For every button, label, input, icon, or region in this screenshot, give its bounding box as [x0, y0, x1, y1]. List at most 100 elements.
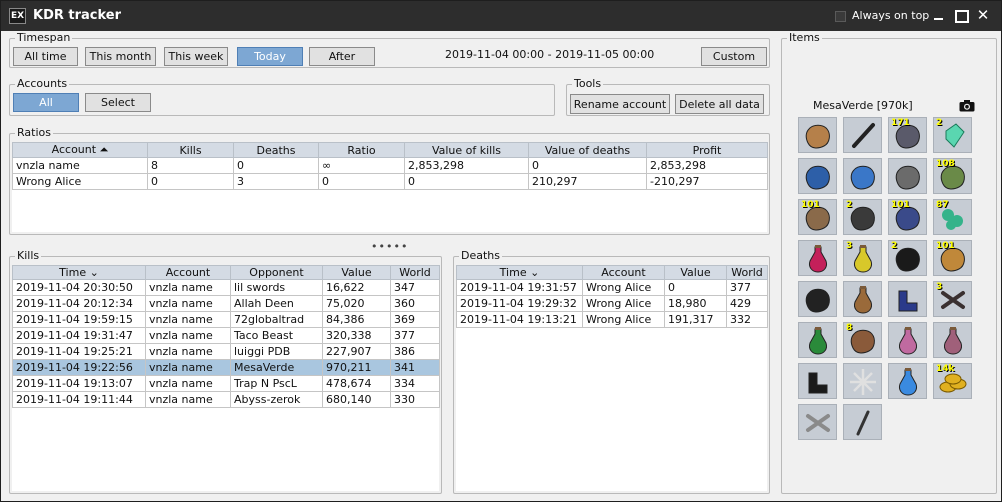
ratios-col-value-kills[interactable]: Value of kills [404, 142, 529, 158]
item-slot[interactable]: 8 [843, 322, 882, 358]
table-row[interactable]: 2019-11-04 20:30:50 vnzla name lil swords 1… [12, 279, 440, 296]
cell: Trap N PscL [230, 375, 323, 392]
window-title: KDR tracker [33, 8, 122, 23]
minimize-icon[interactable] [931, 7, 947, 23]
item-slot[interactable]: 108 [933, 158, 972, 194]
table-row[interactable]: 2019-11-04 19:13:07 vnzla name Trap N PscL… [12, 375, 440, 392]
table-row[interactable]: 2019-11-04 19:59:15 vnzla name 72globaltra… [12, 311, 440, 328]
this-month-button[interactable]: This month [85, 47, 156, 66]
cell: 2019-11-04 19:13:07 [12, 375, 146, 392]
item-slot[interactable] [798, 404, 837, 440]
cell: 210,297 [528, 173, 647, 190]
table-row-selected[interactable]: 2019-11-04 19:22:56 vnzla name MesaVerde 97… [12, 359, 440, 376]
ratios-table: Account ⏶ Kills Deaths Ratio Value of ki… [12, 142, 768, 190]
cell: 360 [390, 295, 440, 312]
item-slot[interactable]: 2 [888, 240, 927, 276]
item-slot[interactable]: 3 [933, 281, 972, 317]
item-slot[interactable] [843, 158, 882, 194]
item-slot[interactable] [843, 117, 882, 153]
camera-icon[interactable] [959, 99, 975, 112]
item-slot[interactable]: 101 [933, 240, 972, 276]
item-quantity: 2 [936, 118, 943, 128]
item-quantity: 8 [846, 323, 853, 333]
cell: 970,211 [322, 359, 391, 376]
item-slot[interactable]: 3 [843, 240, 882, 276]
table-row[interactable]: 2019-11-04 20:12:34 vnzla name Allah Deen 7… [12, 295, 440, 312]
cell: Wrong Alice [12, 173, 148, 190]
today-button[interactable]: Today [237, 47, 303, 66]
ratios-col-ratio[interactable]: Ratio [318, 142, 405, 158]
item-slot[interactable] [798, 117, 837, 153]
deaths-col-value[interactable]: Value [664, 265, 727, 280]
ratios-col-account[interactable]: Account ⏶ [12, 142, 148, 158]
close-icon[interactable]: ✕ [975, 7, 991, 23]
item-slot[interactable] [798, 240, 837, 276]
item-slot[interactable] [798, 281, 837, 317]
item-slot[interactable] [798, 322, 837, 358]
select-accounts-button[interactable]: Select [85, 93, 151, 112]
ratios-col-kills[interactable]: Kills [147, 142, 234, 158]
deaths-col-world[interactable]: World [726, 265, 768, 280]
splitter-handle[interactable]: ••••• [371, 240, 408, 253]
timespan-range-text: 2019-11-04 00:00 - 2019-11-05 00:00 [445, 48, 655, 61]
delete-all-data-button[interactable]: Delete all data [675, 94, 764, 114]
always-on-top-label[interactable]: Always on top [852, 9, 929, 22]
cell: 330 [390, 391, 440, 408]
bones-icon [941, 291, 965, 309]
title-bar[interactable]: EX KDR tracker Always on top ✕ [1, 1, 1001, 31]
bones-icon [806, 414, 830, 432]
table-row[interactable]: 2019-11-04 19:31:57 Wrong Alice 0 377 [456, 279, 768, 296]
table-row[interactable]: 2019-11-04 19:25:21 vnzla name luiggi PDB 2… [12, 343, 440, 360]
rename-account-button[interactable]: Rename account [570, 94, 670, 114]
item-slot[interactable] [843, 281, 882, 317]
maximize-icon[interactable] [953, 7, 969, 23]
kills-col-time[interactable]: Time ⌄ [12, 265, 146, 280]
deaths-col-time[interactable]: Time ⌄ [456, 265, 583, 280]
ratios-col-deaths[interactable]: Deaths [233, 142, 319, 158]
cell: 680,140 [322, 391, 391, 408]
this-week-button[interactable]: This week [164, 47, 228, 66]
cell: Abyss-zerok [230, 391, 323, 408]
item-slot[interactable]: 2 [933, 117, 972, 153]
table-row[interactable]: 2019-11-04 19:11:44 vnzla name Abyss-zerok… [12, 391, 440, 408]
item-slot[interactable]: 14k [933, 363, 972, 399]
table-row[interactable]: vnzla name 8 0 ∞ 2,853,298 0 2,853,298 [12, 157, 768, 174]
kills-col-account[interactable]: Account [145, 265, 231, 280]
table-row[interactable]: Wrong Alice 0 3 0 0 210,297 -210,297 [12, 173, 768, 190]
kills-table-container: Time ⌄ Account Opponent Value World 2019… [12, 265, 440, 491]
item-slot[interactable] [888, 158, 927, 194]
after-button[interactable]: After [309, 47, 375, 66]
shield-icon [805, 288, 830, 313]
ratios-col-value-deaths[interactable]: Value of deaths [528, 142, 647, 158]
all-accounts-button[interactable]: All [13, 93, 79, 112]
ratios-col-profit[interactable]: Profit [646, 142, 768, 158]
item-slot[interactable]: 171 [888, 117, 927, 153]
item-slot[interactable] [888, 281, 927, 317]
kills-col-value[interactable]: Value [322, 265, 391, 280]
all-time-button[interactable]: All time [13, 47, 78, 66]
hide-icon [850, 329, 875, 354]
custom-button[interactable]: Custom [701, 47, 767, 66]
item-slot[interactable] [888, 363, 927, 399]
table-row[interactable]: 2019-11-04 19:31:47 vnzla name Taco Beast 3… [12, 327, 440, 344]
item-slot[interactable]: 87 [933, 199, 972, 235]
item-slot[interactable] [843, 363, 882, 399]
item-slot[interactable]: 101 [798, 199, 837, 235]
item-slot[interactable] [798, 158, 837, 194]
table-row[interactable]: 2019-11-04 19:29:32 Wrong Alice 18,980 429 [456, 295, 768, 312]
kills-col-world[interactable]: World [390, 265, 440, 280]
cell: 0 [528, 157, 647, 174]
item-slot[interactable] [798, 363, 837, 399]
cell: Wrong Alice [582, 295, 665, 312]
kills-col-opponent[interactable]: Opponent [230, 265, 323, 280]
kdr-tracker-window: EX KDR tracker Always on top ✕ Timespan … [0, 0, 1002, 502]
item-slot[interactable]: 101 [888, 199, 927, 235]
always-on-top-checkbox[interactable] [835, 11, 846, 22]
item-slot[interactable] [933, 322, 972, 358]
item-slot[interactable]: 2 [843, 199, 882, 235]
item-slot[interactable] [888, 322, 927, 358]
item-slot[interactable] [843, 404, 882, 440]
deaths-col-account[interactable]: Account [582, 265, 665, 280]
table-row[interactable]: 2019-11-04 19:13:21 Wrong Alice 191,317 332 [456, 311, 768, 328]
deaths-table: Time ⌄ Account Value World 2019-11-04 19… [456, 265, 768, 328]
